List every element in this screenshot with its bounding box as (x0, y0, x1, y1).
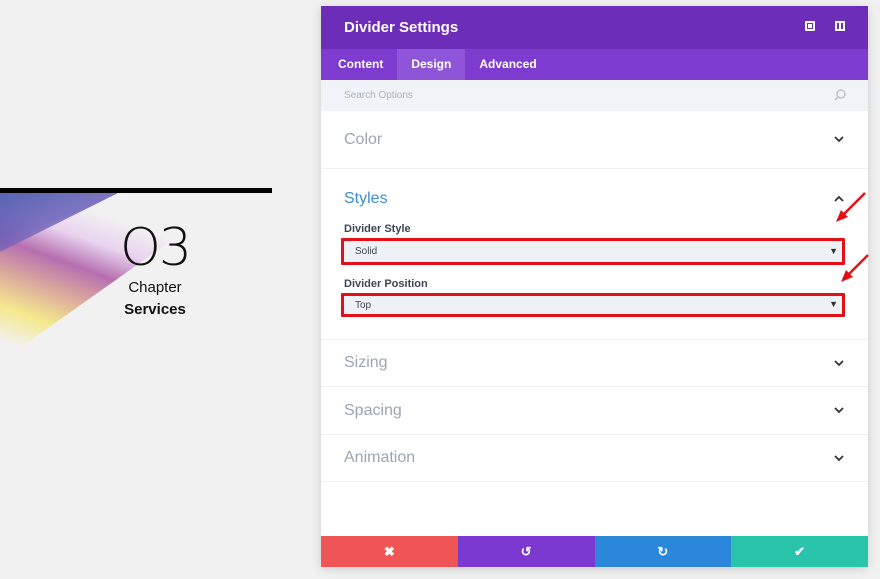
section-styles: Styles Divider Style Solid ▼ Divider Pos… (321, 169, 868, 340)
cancel-button[interactable]: ✖ (321, 536, 458, 567)
chevron-down-icon (834, 136, 844, 143)
section-spacing-title: Spacing (344, 401, 402, 419)
divider-style-select[interactable]: Solid ▼ (341, 238, 845, 265)
section-animation-toggle[interactable]: Animation (321, 435, 868, 481)
section-sizing-title: Sizing (344, 354, 388, 371)
save-button[interactable]: ✔ (731, 536, 868, 567)
tab-bar: Content Design Advanced (321, 49, 868, 80)
expand-icon[interactable] (804, 20, 816, 32)
search-bar (321, 80, 868, 111)
section-color: Color (321, 111, 868, 169)
tab-content[interactable]: Content (324, 49, 397, 80)
section-styles-title: Styles (344, 190, 388, 207)
divider-settings-panel: Divider Settings Content Design Advanced… (321, 6, 868, 567)
split-view-icon[interactable] (834, 20, 846, 32)
section-color-toggle[interactable]: Color (321, 111, 868, 168)
section-animation-title: Animation (344, 449, 416, 466)
dropdown-caret-icon: ▼ (829, 299, 838, 309)
annotation-arrow-icon (836, 192, 866, 222)
annotation-arrow-icon (841, 254, 869, 282)
redo-button[interactable]: ↻ (594, 536, 732, 567)
section-color-title: Color (344, 130, 383, 148)
divider-position-field: Divider Position Top ▼ (321, 278, 868, 317)
panel-footer: ✖ ↺ ↻ ✔ (321, 536, 868, 567)
panel-title: Divider Settings (344, 19, 459, 36)
section-styles-toggle[interactable]: Styles (321, 169, 868, 229)
chevron-down-icon (834, 360, 844, 367)
chapter-label: Chapter (128, 279, 182, 296)
section-sizing-toggle[interactable]: Sizing (321, 340, 868, 386)
section-sizing: Sizing (321, 340, 868, 387)
section-animation: Animation (321, 435, 868, 482)
undo-button[interactable]: ↺ (457, 536, 595, 567)
divider-position-value: Top (355, 299, 372, 311)
divider-line (0, 188, 272, 193)
chevron-down-icon (834, 455, 844, 462)
section-spacing: Spacing (321, 387, 868, 435)
section-spacing-toggle[interactable]: Spacing (321, 387, 868, 434)
chevron-down-icon (834, 407, 844, 414)
divider-position-label: Divider Position (344, 278, 428, 290)
chapter-title: Services (124, 301, 186, 318)
dropdown-caret-icon: ▼ (829, 246, 838, 256)
module-preview: O3 Chapter Services (0, 0, 320, 579)
search-icon (834, 89, 846, 101)
panel-header: Divider Settings (321, 6, 868, 49)
chapter-number: O3 (119, 218, 192, 278)
search-input[interactable] (344, 90, 804, 101)
tab-design[interactable]: Design (397, 49, 466, 80)
divider-style-field: Divider Style Solid ▼ (321, 223, 868, 265)
divider-position-select[interactable]: Top ▼ (341, 293, 845, 317)
tab-advanced[interactable]: Advanced (465, 49, 550, 80)
divider-style-value: Solid (355, 246, 378, 257)
